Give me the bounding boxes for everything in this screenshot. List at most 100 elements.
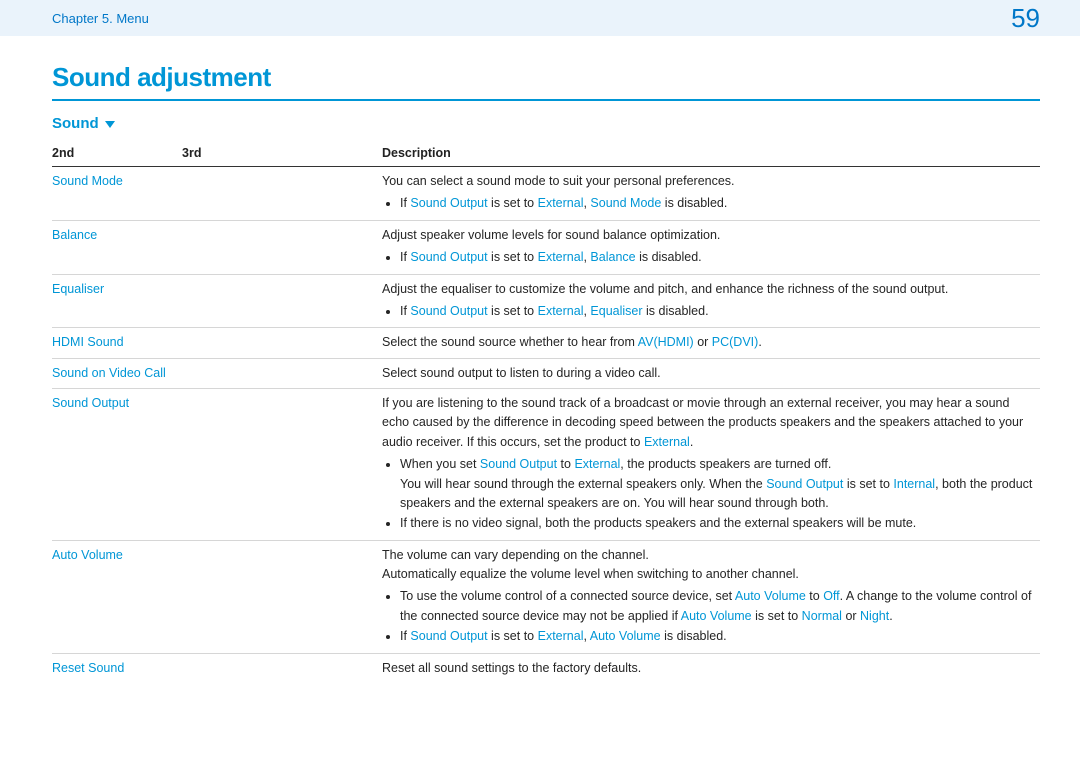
settings-table: 2nd 3rd Description Sound Mode You can s… — [52, 142, 1040, 683]
row-label-equaliser: Equaliser — [52, 274, 182, 328]
term-off: Off — [823, 589, 839, 603]
table-header-row: 2nd 3rd Description — [52, 142, 1040, 167]
row-label-reset-sound: Reset Sound — [52, 653, 182, 683]
text-fragment: is set to — [488, 629, 538, 643]
table-row: Auto Volume The volume can vary dependin… — [52, 540, 1040, 653]
sound-heading: Sound — [52, 115, 1040, 132]
term-balance: Balance — [590, 250, 635, 264]
text-fragment: If — [400, 250, 410, 264]
text-fragment: is set to — [843, 477, 893, 491]
term-external: External — [644, 435, 690, 449]
desc-line: Adjust the equaliser to customize the vo… — [382, 280, 1034, 299]
row-desc-balance: Adjust speaker volume levels for sound b… — [382, 220, 1040, 274]
page-title: Sound adjustment — [52, 62, 1040, 93]
col-3rd-header: 3rd — [182, 142, 382, 167]
term-night: Night — [860, 609, 889, 623]
text-fragment: is disabled. — [636, 250, 702, 264]
notes-list: If Sound Output is set to External, Bala… — [382, 248, 1034, 267]
table-row: Equaliser Adjust the equaliser to custom… — [52, 274, 1040, 328]
desc-paragraph: If you are listening to the sound track … — [382, 394, 1034, 452]
term-auto-volume: Auto Volume — [681, 609, 752, 623]
text-fragment: , the products speakers are turned off. — [620, 457, 831, 471]
table-row: Sound Output If you are listening to the… — [52, 389, 1040, 541]
text-fragment: If — [400, 196, 410, 210]
notes-list: To use the volume control of a connected… — [382, 587, 1034, 646]
text-fragment: is set to — [488, 196, 538, 210]
text-fragment: is disabled. — [643, 304, 709, 318]
list-item: When you set Sound Output to External, t… — [400, 455, 1034, 513]
col-2nd-header: 2nd — [52, 142, 182, 167]
row-label-sound-on-video-call: Sound on Video Call — [52, 358, 182, 388]
sound-heading-label: Sound — [52, 115, 99, 132]
term-external: External — [538, 304, 584, 318]
page-header: Chapter 5. Menu 59 — [0, 0, 1080, 36]
table-row: HDMI Sound Select the sound source wheth… — [52, 328, 1040, 358]
text-fragment: . — [690, 435, 693, 449]
list-item: If there is no video signal, both the pr… — [400, 514, 1034, 533]
text-fragment: If you are listening to the sound track … — [382, 396, 1023, 449]
term-av-hdmi: AV(HDMI) — [638, 335, 694, 349]
row-desc-auto-volume: The volume can vary depending on the cha… — [382, 540, 1040, 653]
desc-line: The volume can vary depending on the cha… — [382, 546, 1034, 565]
text-fragment: Select the sound source whether to hear … — [382, 335, 638, 349]
desc-line: You can select a sound mode to suit your… — [382, 172, 1034, 191]
term-external: External — [574, 457, 620, 471]
col-description-header: Description — [382, 142, 1040, 167]
breadcrumb: Chapter 5. Menu — [52, 11, 149, 26]
page-content: Sound adjustment Sound 2nd 3rd Descripti… — [0, 36, 1080, 683]
notes-list: If Sound Output is set to External, Soun… — [382, 194, 1034, 213]
term-sound-output: Sound Output — [480, 457, 557, 471]
text-fragment: is set to — [488, 250, 538, 264]
term-equaliser: Equaliser — [590, 304, 642, 318]
term-external: External — [538, 629, 584, 643]
text-fragment: If — [400, 629, 410, 643]
text-fragment: to — [557, 457, 574, 471]
desc-line: Adjust speaker volume levels for sound b… — [382, 226, 1034, 245]
text-fragment: is disabled. — [661, 196, 727, 210]
term-sound-output: Sound Output — [410, 196, 487, 210]
notes-list: When you set Sound Output to External, t… — [382, 455, 1034, 534]
list-item: If Sound Output is set to External, Equa… — [400, 302, 1034, 321]
text-fragment: When you set — [400, 457, 480, 471]
row-desc-hdmi-sound: Select the sound source whether to hear … — [382, 328, 1040, 358]
text-fragment: . — [889, 609, 892, 623]
text-fragment: to — [806, 589, 823, 603]
text-fragment: You will hear sound through the external… — [400, 477, 766, 491]
text-fragment: is disabled. — [661, 629, 727, 643]
text-fragment: or — [842, 609, 860, 623]
triangle-down-icon — [105, 121, 115, 128]
term-sound-output: Sound Output — [410, 304, 487, 318]
list-item: To use the volume control of a connected… — [400, 587, 1034, 626]
row-desc-reset-sound: Reset all sound settings to the factory … — [382, 653, 1040, 683]
text-fragment: To use the volume control of a connected… — [400, 589, 735, 603]
row-label-hdmi-sound: HDMI Sound — [52, 328, 182, 358]
text-fragment: . — [758, 335, 761, 349]
term-auto-volume: Auto Volume — [590, 629, 661, 643]
term-sound-output: Sound Output — [410, 629, 487, 643]
term-external: External — [538, 196, 584, 210]
table-row: Sound on Video Call Select sound output … — [52, 358, 1040, 388]
term-sound-output: Sound Output — [766, 477, 843, 491]
row-label-sound-output: Sound Output — [52, 389, 182, 541]
row-desc-sovc: Select sound output to listen to during … — [382, 358, 1040, 388]
table-row: Sound Mode You can select a sound mode t… — [52, 167, 1040, 221]
term-pc-dvi: PC(DVI) — [712, 335, 759, 349]
list-item: If Sound Output is set to External, Soun… — [400, 194, 1034, 213]
title-rule — [52, 99, 1040, 101]
term-external: External — [538, 250, 584, 264]
list-item: If Sound Output is set to External, Auto… — [400, 627, 1034, 646]
term-internal: Internal — [893, 477, 935, 491]
term-auto-volume: Auto Volume — [735, 589, 806, 603]
row-label-balance: Balance — [52, 220, 182, 274]
text-fragment: or — [694, 335, 712, 349]
row-desc-sound-output: If you are listening to the sound track … — [382, 389, 1040, 541]
notes-list: If Sound Output is set to External, Equa… — [382, 302, 1034, 321]
desc-line: Automatically equalize the volume level … — [382, 565, 1034, 584]
table-row: Reset Sound Reset all sound settings to … — [52, 653, 1040, 683]
row-label-sound-mode: Sound Mode — [52, 167, 182, 221]
text-fragment: is set to — [752, 609, 802, 623]
text-fragment: is set to — [488, 304, 538, 318]
table-row: Balance Adjust speaker volume levels for… — [52, 220, 1040, 274]
term-sound-output: Sound Output — [410, 250, 487, 264]
page-number: 59 — [1011, 3, 1040, 34]
